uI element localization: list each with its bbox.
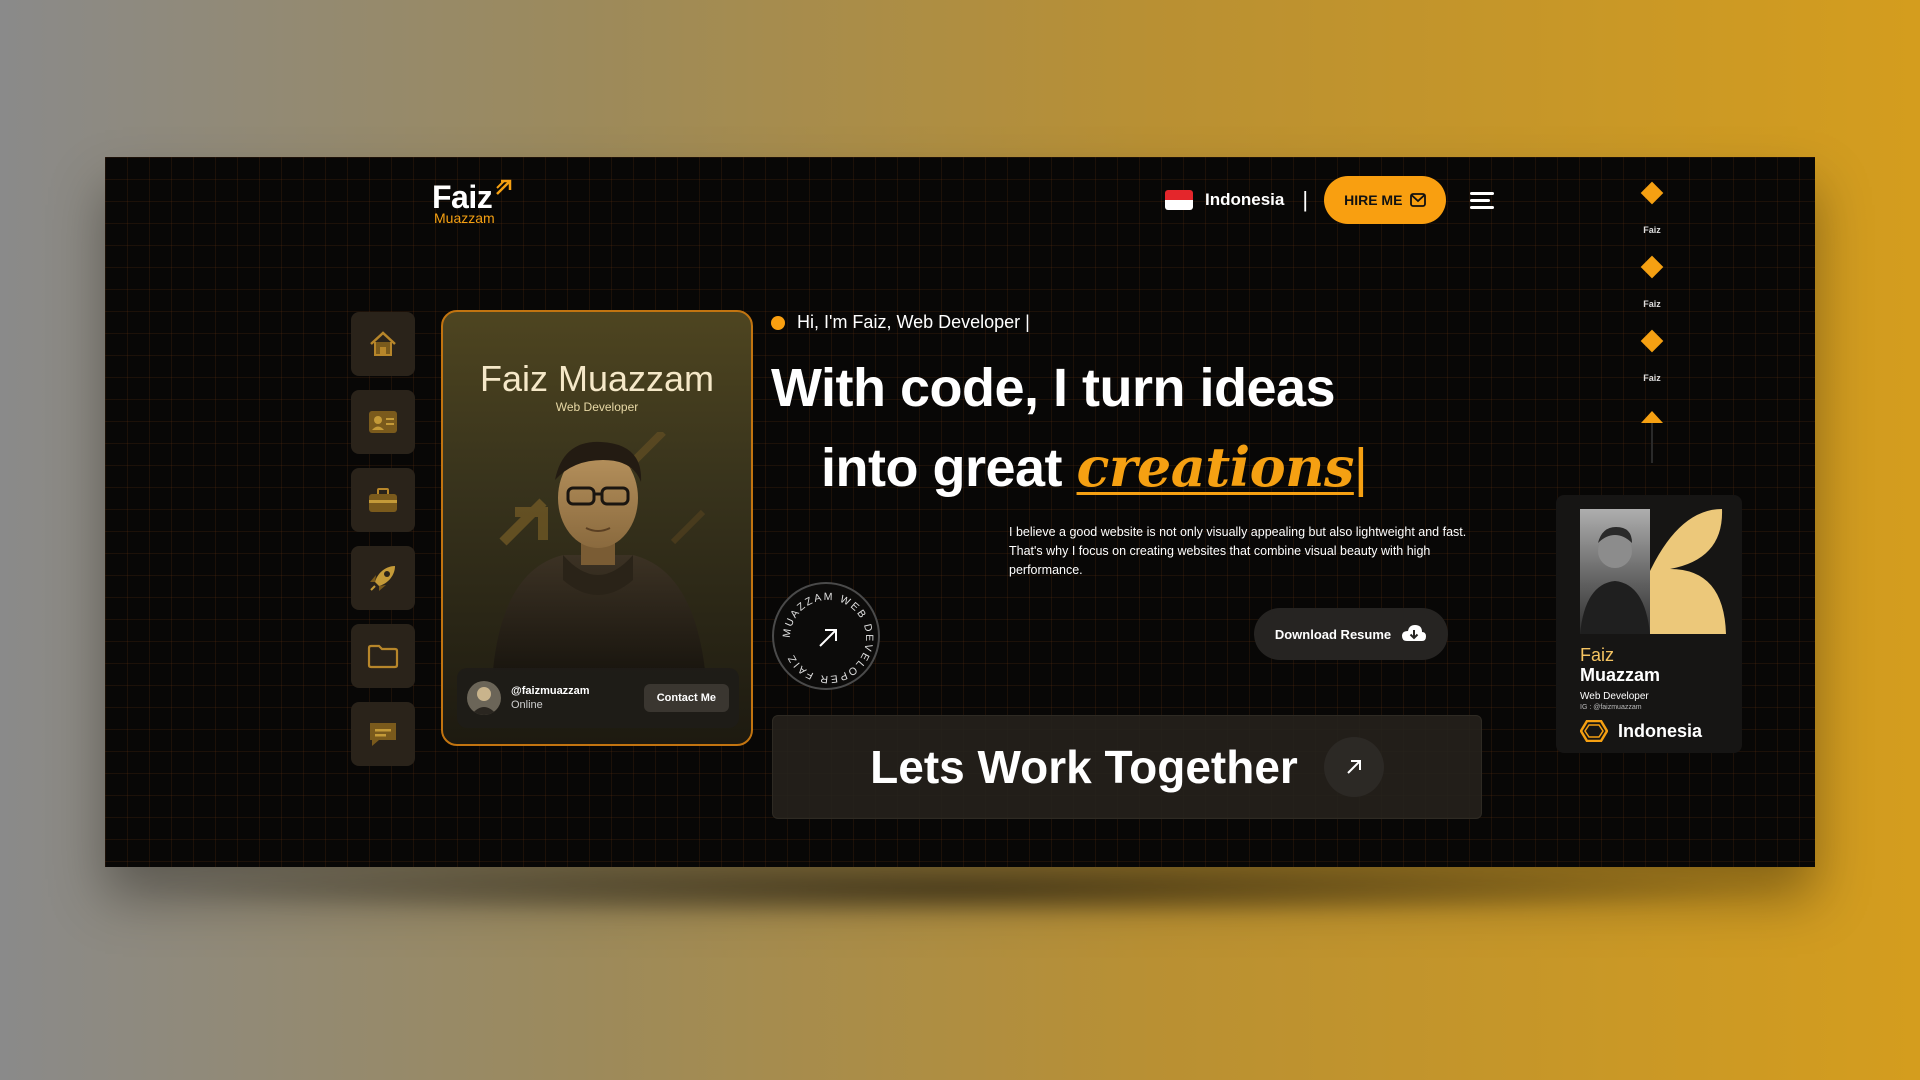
profile-photo [493,441,705,670]
circular-badge-button[interactable]: MUAZZAM WEB DEVELOPER FAIZ [772,582,880,690]
id-card-footer: Indonesia [1580,720,1702,742]
sidebar-nav [351,312,415,766]
brand-subtitle: Muazzam [434,210,495,226]
contact-me-button[interactable]: Contact Me [643,684,729,712]
online-status: Online [511,699,543,711]
profile-handle: @faizmuazzam [511,685,590,697]
typing-cursor: | [1353,438,1368,498]
id-card-country: Indonesia [1618,720,1703,741]
profile-role: Web Developer [555,400,639,414]
frame-shadow [120,860,1800,920]
brand-shape-icon [1650,509,1726,634]
country-selector[interactable]: Indonesia [1205,190,1284,210]
chat-icon [370,723,396,746]
id-card-first-name: Faiz [1580,645,1615,665]
profile-footer: @faizmuazzam Online Contact Me [457,668,739,728]
cta-label: Lets Work Together [870,741,1298,793]
hero-accent-word: creations [1076,435,1355,499]
id-card: Faiz Muazzam Web Developer IG : @faizmua… [1556,495,1742,753]
hero-headline-line2: into great creations| [821,435,1368,499]
rail-label: Faiz [1643,225,1661,235]
home-icon [370,331,396,356]
diamond-icon[interactable] [1640,181,1664,205]
id-card-photo [1580,509,1650,634]
diamond-icon[interactable] [1640,255,1664,279]
lets-work-together-button[interactable]: Lets Work Together [772,715,1482,819]
id-card-last-name: Muazzam [1580,665,1661,685]
indonesia-flag-icon [1165,190,1193,210]
cloud-download-icon [1402,625,1427,641]
rail-label: Faiz [1643,299,1661,309]
id-card-role: Web Developer [1580,691,1649,702]
brand-logo[interactable]: Faiz Muazzam [432,179,514,226]
website-frame: Faiz Muazzam Indonesia | HIRE ME Faiz Fa… [105,157,1815,867]
id-card-icon [369,411,397,433]
download-resume-button[interactable]: Download Resume [1254,608,1448,660]
sidebar-item-experience[interactable] [351,468,415,532]
rail-divider [1651,423,1653,463]
hire-me-label: HIRE ME [1344,192,1403,208]
greeting: Hi, I'm Faiz, Web Developer | [771,312,1030,333]
download-resume-label: Download Resume [1274,626,1392,642]
mail-icon [1410,193,1427,207]
profile-name: Faiz Muazzam [479,358,715,399]
rocket-icon [370,566,395,591]
folder-icon [367,644,399,669]
profile-card: Faiz Muazzam Web Developer @faizmuazzam … [441,310,753,746]
id-card-handle: IG : @faizmuazzam [1580,704,1642,711]
header-separator: | [1302,187,1309,212]
arrow-up-right-icon [1323,737,1384,797]
sidebar-item-contact[interactable] [351,702,415,766]
sidebar-item-projects[interactable] [351,546,415,610]
diamond-icon[interactable] [1640,329,1664,353]
sidebar-item-about[interactable] [351,390,415,454]
hexagon-icon [1580,720,1608,742]
briefcase-icon [369,488,397,512]
greeting-text: Hi, I'm Faiz, Web Developer | [797,312,1030,332]
sidebar-item-home[interactable] [351,312,415,376]
rail-label: Faiz [1643,373,1661,383]
right-rail: Faiz Faiz Faiz [1632,175,1672,463]
avatar [467,681,501,715]
sidebar-item-portfolio[interactable] [351,624,415,688]
hero-description: I believe a good website is not only vis… [1009,525,1467,577]
status-dot-icon [771,315,785,330]
header-nav: Indonesia | HIRE ME [1165,175,1495,225]
menu-icon[interactable] [1470,188,1495,213]
hero-headline-line1: With code, I turn ideas [771,358,1336,418]
logo-arrow-icon [494,177,514,203]
triangle-icon[interactable] [1641,411,1663,423]
hire-me-button[interactable]: HIRE ME [1324,176,1447,224]
hero-line2-prefix: into great [821,438,1063,498]
arrow-up-right-icon [819,629,837,647]
